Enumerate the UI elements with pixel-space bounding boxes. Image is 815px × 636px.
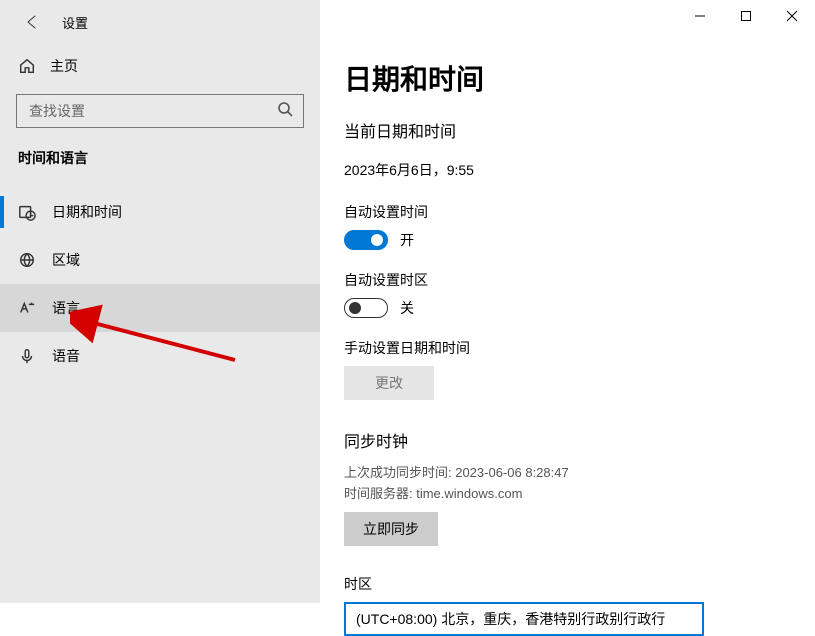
main-content: 日期和时间 当前日期和时间 2023年6月6日，9:55 自动设置时间 开 自动… bbox=[320, 0, 815, 603]
sync-last-success: 上次成功同步时间: 2023-06-06 8:28:47 bbox=[344, 462, 791, 481]
sidebar-category: 时间和语言 bbox=[0, 142, 320, 188]
window-controls bbox=[677, 0, 815, 32]
globe-icon bbox=[18, 251, 36, 269]
page-title: 日期和时间 bbox=[344, 58, 791, 98]
sidebar-home-label: 主页 bbox=[50, 56, 78, 76]
sidebar-item-label: 区域 bbox=[52, 250, 80, 270]
auto-timezone-section: 自动设置时区 关 bbox=[344, 270, 791, 318]
clock-calendar-icon bbox=[18, 203, 36, 221]
sync-now-button[interactable]: 立即同步 bbox=[344, 512, 438, 546]
microphone-icon bbox=[18, 347, 36, 365]
search-input[interactable] bbox=[27, 102, 277, 120]
sync-clock-heading: 同步时钟 bbox=[344, 428, 791, 452]
timezone-label: 时区 bbox=[344, 574, 791, 594]
close-button[interactable] bbox=[769, 0, 815, 32]
auto-time-section: 自动设置时间 开 bbox=[344, 202, 791, 250]
timezone-section: 时区 (UTC+08:00) 北京，重庆，香港特别行政别行政行 bbox=[344, 574, 791, 636]
timezone-select[interactable]: (UTC+08:00) 北京，重庆，香港特别行政别行政行 bbox=[344, 602, 704, 636]
back-button[interactable] bbox=[12, 2, 52, 42]
auto-time-label: 自动设置时间 bbox=[344, 202, 791, 222]
titlebar-left: 设置 bbox=[0, 0, 320, 44]
maximize-button[interactable] bbox=[723, 0, 769, 32]
auto-timezone-label: 自动设置时区 bbox=[344, 270, 791, 290]
sidebar-item-datetime[interactable]: 日期和时间 bbox=[0, 188, 320, 236]
current-datetime-heading: 当前日期和时间 bbox=[344, 118, 791, 142]
sidebar-item-label: 语言 bbox=[52, 298, 80, 318]
auto-time-toggle[interactable] bbox=[344, 230, 388, 250]
manual-datetime-section: 手动设置日期和时间 更改 bbox=[344, 338, 791, 400]
current-datetime-value: 2023年6月6日，9:55 bbox=[344, 160, 791, 180]
auto-timezone-state: 关 bbox=[400, 298, 414, 318]
timezone-value: (UTC+08:00) 北京，重庆，香港特别行政别行政行 bbox=[356, 609, 665, 629]
back-arrow-icon bbox=[24, 14, 40, 30]
search-icon bbox=[277, 101, 293, 122]
sync-server: 时间服务器: time.windows.com bbox=[344, 483, 791, 502]
app-title: 设置 bbox=[62, 13, 88, 32]
home-icon bbox=[18, 57, 36, 75]
sidebar-item-label: 日期和时间 bbox=[52, 202, 122, 222]
sidebar-item-region[interactable]: 区域 bbox=[0, 236, 320, 284]
language-icon bbox=[18, 299, 36, 317]
sidebar-home[interactable]: 主页 bbox=[0, 44, 320, 88]
search-box[interactable] bbox=[16, 94, 304, 128]
search-wrap bbox=[0, 88, 320, 142]
auto-timezone-toggle[interactable] bbox=[344, 298, 388, 318]
sidebar-item-speech[interactable]: 语音 bbox=[0, 332, 320, 380]
sidebar-item-language[interactable]: 语言 bbox=[0, 284, 320, 332]
change-datetime-button: 更改 bbox=[344, 366, 434, 400]
sync-clock-section: 同步时钟 上次成功同步时间: 2023-06-06 8:28:47 时间服务器:… bbox=[344, 428, 791, 546]
sidebar-item-label: 语音 bbox=[52, 346, 80, 366]
auto-time-state: 开 bbox=[400, 230, 414, 250]
manual-datetime-label: 手动设置日期和时间 bbox=[344, 338, 791, 358]
minimize-button[interactable] bbox=[677, 0, 723, 32]
sidebar: 设置 主页 时间和语言 日期和时间 区域 语言 bbox=[0, 0, 320, 603]
